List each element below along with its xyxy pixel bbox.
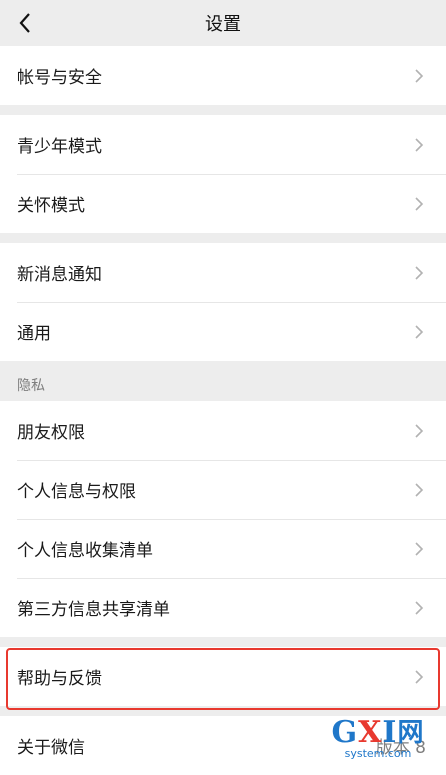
settings-item-account-security[interactable]: 帐号与安全 (0, 46, 446, 105)
item-label: 关怀模式 (17, 196, 85, 216)
chevron-right-icon (414, 323, 426, 341)
chevron-right-icon (414, 67, 426, 85)
watermark-domain: system.com (344, 747, 412, 760)
chevron-right-icon (414, 422, 426, 440)
item-label: 个人信息收集清单 (17, 541, 153, 561)
item-label: 通用 (17, 324, 51, 344)
chevron-right-icon (414, 668, 426, 686)
chevron-right-icon (414, 481, 426, 499)
account-group: 帐号与安全 (0, 46, 446, 105)
general-group: 新消息通知 通用 (0, 243, 446, 361)
divider (0, 105, 446, 115)
chevron-right-icon (414, 599, 426, 617)
item-label: 朋友权限 (17, 423, 85, 443)
settings-item-personal-info-list[interactable]: 个人信息收集清单 (0, 519, 446, 578)
settings-item-care-mode[interactable]: 关怀模式 (0, 174, 446, 233)
modes-group: 青少年模式 关怀模式 (0, 115, 446, 233)
back-button[interactable] (10, 8, 40, 38)
settings-item-third-party-sharing[interactable]: 第三方信息共享清单 (0, 578, 446, 637)
divider (0, 233, 446, 243)
watermark-logo: GXI网 system.com (312, 716, 444, 764)
settings-item-help-feedback[interactable]: 帮助与反馈 (0, 647, 446, 706)
item-label: 个人信息与权限 (17, 482, 136, 502)
page-title: 设置 (205, 14, 241, 35)
settings-item-friend-permissions[interactable]: 朋友权限 (0, 401, 446, 460)
item-label: 第三方信息共享清单 (17, 600, 170, 620)
settings-item-personal-info-permissions[interactable]: 个人信息与权限 (0, 460, 446, 519)
divider (0, 637, 446, 647)
privacy-group: 朋友权限 个人信息与权限 个人信息收集清单 第三方信息共享清单 (0, 401, 446, 637)
chevron-right-icon (414, 540, 426, 558)
settings-item-notifications[interactable]: 新消息通知 (0, 243, 446, 302)
settings-item-general[interactable]: 通用 (0, 302, 446, 361)
chevron-right-icon (414, 195, 426, 213)
top-bar: 设置 (0, 0, 446, 46)
chevron-right-icon (414, 136, 426, 154)
chevron-right-icon (414, 264, 426, 282)
item-label: 帮助与反馈 (17, 669, 102, 689)
item-label: 新消息通知 (17, 265, 102, 285)
privacy-section-header: 隐私 (0, 361, 446, 401)
watermark-brand: GXI网 (331, 715, 425, 750)
settings-item-teen-mode[interactable]: 青少年模式 (0, 115, 446, 174)
item-label: 帐号与安全 (17, 68, 102, 88)
back-chevron-icon (19, 13, 30, 33)
help-group: 帮助与反馈 (0, 647, 446, 706)
item-label: 青少年模式 (17, 137, 102, 157)
